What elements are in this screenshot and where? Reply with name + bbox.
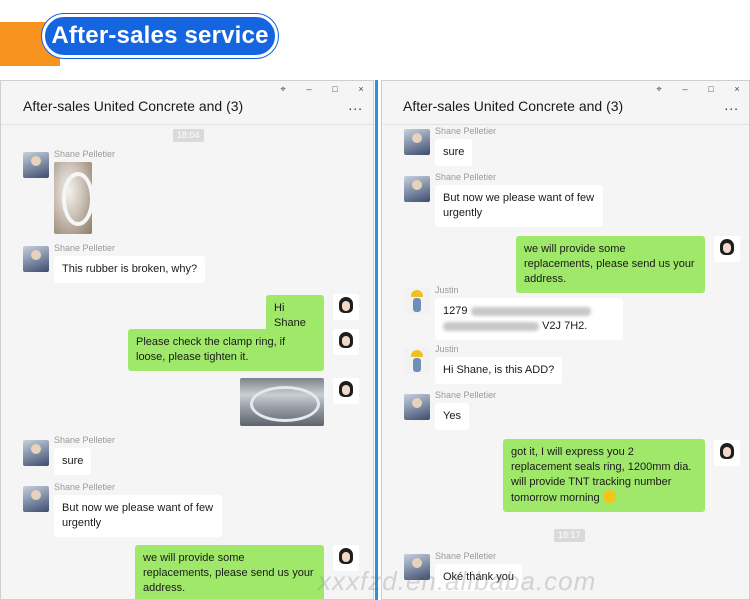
maximize-icon[interactable]: □ [329, 84, 341, 94]
banner-pill: After-sales service [42, 14, 278, 58]
smile-emoji-icon [602, 490, 616, 503]
window-controls: ⌖ – □ × [653, 84, 743, 94]
avatar-shane [23, 486, 49, 512]
avatar-shane [404, 394, 430, 420]
sender-name: Shane Pelletier [54, 243, 116, 253]
message-bubble-outgoing[interactable]: we will provide some replacements, pleas… [516, 236, 705, 293]
sender-name: Justin [435, 285, 459, 295]
redacted-text [470, 306, 591, 316]
pin-icon[interactable]: ⌖ [277, 84, 289, 94]
more-options-icon[interactable]: ... [724, 97, 739, 113]
banner: After-sales service [0, 12, 750, 66]
message-bubble-incoming[interactable]: Hi Shane, is this ADD? [435, 357, 563, 384]
chat-area[interactable]: Shane Pelletier sure Shane Pelletier But… [382, 126, 749, 599]
avatar-me [333, 294, 359, 320]
sender-name: Justin [435, 344, 459, 354]
message-bubble-incoming[interactable]: But now we please want of few urgently [435, 185, 603, 227]
avatar-justin [404, 348, 430, 374]
sender-name: Shane Pelletier [435, 126, 497, 136]
minimize-icon[interactable]: – [303, 84, 315, 94]
message-bubble-incoming[interactable]: 1279 V2J 7H2. [435, 298, 623, 340]
avatar-shane [23, 246, 49, 272]
message-bubble-outgoing[interactable]: got it, I will express you 2 replacement… [503, 439, 705, 512]
sieve-photo[interactable] [240, 378, 324, 426]
address-line-2-end: V2J 7H2. [542, 320, 588, 332]
message-bubble-outgoing[interactable]: we will provide some replacements, pleas… [135, 545, 324, 599]
window-controls: ⌖ – □ × [277, 84, 367, 94]
avatar-shane [404, 176, 430, 202]
avatar-shane [23, 152, 49, 178]
chat-title: After-sales United Concrete and (3) [403, 98, 624, 114]
more-options-icon[interactable]: ... [348, 97, 363, 113]
redacted-text [443, 321, 539, 331]
avatar-me [333, 378, 359, 404]
address-line-1: 1279 [443, 305, 468, 317]
banner-title: After-sales service [51, 22, 269, 49]
avatar-me [333, 329, 359, 355]
message-bubble-incoming[interactable]: Yes [435, 403, 469, 430]
close-icon[interactable]: × [355, 84, 367, 94]
message-bubble-incoming[interactable]: This rubber is broken, why? [54, 256, 206, 283]
message-bubble-incoming[interactable]: sure [435, 139, 473, 166]
panel-divider [375, 80, 378, 600]
message-bubble-incoming[interactable]: sure [54, 448, 92, 475]
sender-name: Shane Pelletier [54, 482, 116, 492]
sender-name: Shane Pelletier [54, 435, 116, 445]
timestamp: 18:17 [554, 529, 585, 542]
clamp-ring-photo[interactable] [54, 162, 92, 234]
sender-name: Shane Pelletier [435, 551, 497, 561]
chat-window-left: After-sales United Concrete and (3) ⌖ – … [0, 80, 374, 600]
avatar-shane [404, 129, 430, 155]
avatar-me [714, 236, 740, 262]
close-icon[interactable]: × [731, 84, 743, 94]
avatar-shane [23, 440, 49, 466]
pin-icon[interactable]: ⌖ [653, 84, 665, 94]
maximize-icon[interactable]: □ [705, 84, 717, 94]
sender-name: Shane Pelletier [435, 172, 497, 182]
sender-name: Shane Pelletier [54, 149, 116, 159]
message-bubble-incoming[interactable]: But now we please want of few urgently [54, 495, 222, 537]
avatar-justin [404, 288, 430, 314]
timestamp: 18:04 [173, 129, 204, 142]
message-bubble-outgoing[interactable]: Please check the clamp ring, if loose, p… [128, 329, 324, 371]
avatar-me [714, 440, 740, 466]
sender-name: Shane Pelletier [435, 390, 497, 400]
minimize-icon[interactable]: – [679, 84, 691, 94]
titlebar: After-sales United Concrete and (3) ⌖ – … [1, 81, 373, 125]
titlebar: After-sales United Concrete and (3) ⌖ – … [382, 81, 749, 125]
message-text: got it, I will express you 2 replacement… [511, 446, 692, 504]
chat-window-right: After-sales United Concrete and (3) ⌖ – … [381, 80, 750, 600]
chat-title: After-sales United Concrete and (3) [23, 98, 244, 114]
watermark: xxxfzd.en.alibaba.com [318, 566, 597, 596]
chat-area[interactable]: 18:04 Shane Pelletier Shane Pelletier Th… [1, 126, 373, 599]
